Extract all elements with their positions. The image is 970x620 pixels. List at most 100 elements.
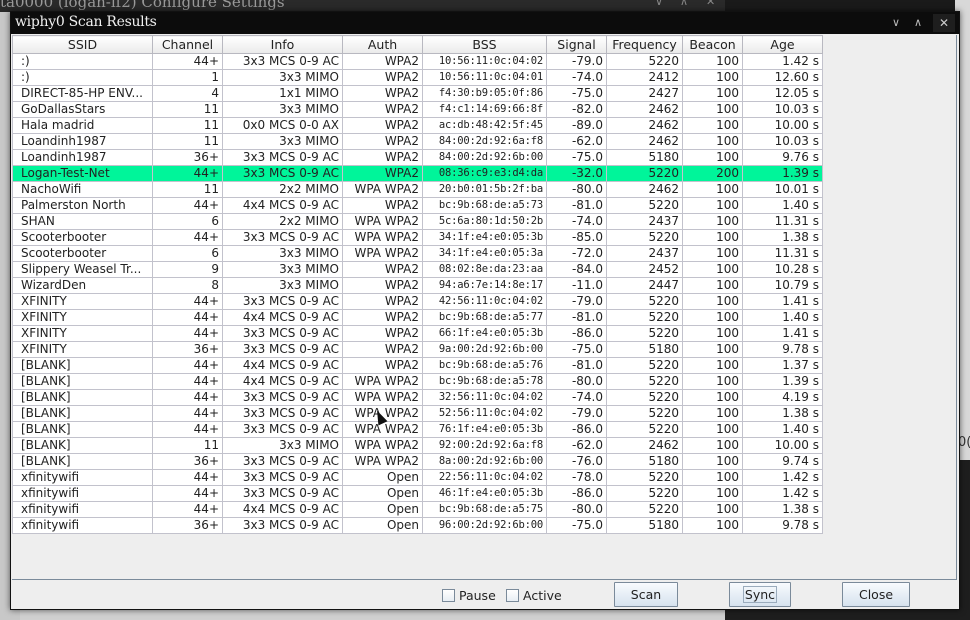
table-body: :) 44+ 3x3 MCS 0-9 AC WPA2 10:56:11:0c:04:02… bbox=[12, 53, 823, 534]
cell-signal: -81.0 bbox=[546, 309, 607, 326]
active-label: Active bbox=[523, 588, 562, 603]
cell-channel: 36+ bbox=[152, 341, 223, 358]
table-row[interactable]: Scooterbooter 6 3x3 MIMO WPA WPA2 34:1f:e4:e… bbox=[12, 245, 823, 262]
cell-signal: -72.0 bbox=[546, 245, 607, 262]
table-row[interactable]: :) 1 3x3 MIMO WPA2 10:56:11:0c:04:01 -74.0 241… bbox=[12, 69, 823, 86]
cell-bss: 5c:6a:80:1d:50:2b bbox=[422, 213, 547, 230]
cell-signal: -85.0 bbox=[546, 229, 607, 246]
cell-channel: 11 bbox=[152, 117, 223, 134]
bg-close-icon[interactable]: ✕ bbox=[706, 0, 715, 7]
cell-age: 1.42 s bbox=[742, 53, 823, 70]
pause-checkbox[interactable]: Pause bbox=[442, 588, 496, 603]
table-row[interactable]: XFINITY 44+ 3x3 MCS 0-9 AC WPA2 42:56:11:0c:… bbox=[12, 293, 823, 310]
column-header-frequency[interactable]: Frequency bbox=[606, 35, 683, 54]
table-row[interactable]: [BLANK] 44+ 3x3 MCS 0-9 AC WPA WPA2 32:56:11… bbox=[12, 389, 823, 406]
cell-frequency: 2437 bbox=[606, 245, 683, 262]
column-header-bss[interactable]: BSS bbox=[422, 35, 547, 54]
column-header-auth[interactable]: Auth bbox=[342, 35, 423, 54]
cell-channel: 44+ bbox=[152, 293, 223, 310]
table-row[interactable]: DIRECT-85-HP ENV... 4 1x1 MIMO WPA2 f4:30:b9… bbox=[12, 85, 823, 102]
cell-signal: -75.0 bbox=[546, 85, 607, 102]
cell-ssid: [BLANK] bbox=[12, 421, 153, 438]
cell-ssid: DIRECT-85-HP ENV... bbox=[12, 85, 153, 102]
table-row[interactable]: [BLANK] 44+ 3x3 MCS 0-9 AC WPA WPA2 52:56:11… bbox=[12, 405, 823, 422]
cell-age: 12.60 s bbox=[742, 69, 823, 86]
table-row[interactable]: GoDallasStars 11 3x3 MIMO WPA2 f4:c1:14:69:6… bbox=[12, 101, 823, 118]
table-row[interactable]: [BLANK] 36+ 3x3 MCS 0-9 AC WPA WPA2 8a:00:2d… bbox=[12, 453, 823, 470]
cell-auth: WPA2 bbox=[342, 325, 423, 342]
cell-beacon: 100 bbox=[682, 357, 743, 374]
column-header-info[interactable]: Info bbox=[222, 35, 343, 54]
table-row[interactable]: WizardDen 8 3x3 MIMO WPA2 94:a6:7e:14:8e:17-… bbox=[12, 277, 823, 294]
table-row[interactable]: [BLANK] 11 3x3 MIMO WPA WPA2 92:00:2d:92:6a:… bbox=[12, 437, 823, 454]
cell-bss: 34:1f:e4:e0:05:3a bbox=[422, 245, 547, 262]
scan-button[interactable]: Scan bbox=[614, 582, 678, 607]
cell-channel: 44+ bbox=[152, 309, 223, 326]
cell-ssid: NachoWifi bbox=[12, 181, 153, 198]
cell-ssid: XFINITY bbox=[12, 309, 153, 326]
table-row[interactable]: NachoWifi 11 2x2 MIMO WPA WPA2 20:b0:01:5b:2… bbox=[12, 181, 823, 198]
cell-auth: WPA2 bbox=[342, 277, 423, 294]
cell-frequency: 2437 bbox=[606, 213, 683, 230]
close-button[interactable]: Close bbox=[842, 582, 910, 607]
cell-signal: -79.0 bbox=[546, 405, 607, 422]
active-checkbox[interactable]: Active bbox=[506, 588, 562, 603]
table-row[interactable]: XFINITY 44+ 3x3 MCS 0-9 AC WPA2 66:1f:e4:e0:… bbox=[12, 325, 823, 342]
cell-info: 3x3 MIMO bbox=[222, 261, 343, 278]
column-header-channel[interactable]: Channel bbox=[152, 35, 223, 54]
table-row[interactable]: Hala madrid 11 0x0 MCS 0-0 AX WPA2 ac:db:48:… bbox=[12, 117, 823, 134]
cell-beacon: 100 bbox=[682, 117, 743, 134]
cell-signal: -62.0 bbox=[546, 437, 607, 454]
dialog-titlebar[interactable]: wiphy0 Scan Results ∨ ∧ ✕ bbox=[11, 12, 959, 34]
table-row[interactable]: xfinitywifi 44+ 4x4 MCS 0-9 AC Open bc:9b:68… bbox=[12, 501, 823, 518]
table-row[interactable]: [BLANK] 44+ 3x3 MCS 0-9 AC WPA WPA2 76:1f:e4… bbox=[12, 421, 823, 438]
table-row[interactable]: Palmerston North 44+ 4x4 MCS 0-9 AC WPA2 bc:… bbox=[12, 197, 823, 214]
cell-ssid: Slippery Weasel Tr... bbox=[12, 261, 153, 278]
cell-age: 10.00 s bbox=[742, 437, 823, 454]
column-header-signal[interactable]: Signal bbox=[546, 35, 607, 54]
maximize-icon[interactable]: ∧ bbox=[909, 14, 927, 32]
cell-bss: bc:9b:68:de:a5:75 bbox=[422, 501, 547, 518]
table-row[interactable]: xfinitywifi 44+ 3x3 MCS 0-9 AC Open 46:1f:e4… bbox=[12, 485, 823, 502]
table-row[interactable]: Scooterbooter 44+ 3x3 MCS 0-9 AC WPA WPA2 34… bbox=[12, 229, 823, 246]
column-header-ssid[interactable]: SSID bbox=[12, 35, 153, 54]
cell-beacon: 100 bbox=[682, 245, 743, 262]
table-row[interactable]: xfinitywifi 36+ 3x3 MCS 0-9 AC Open 96:00:2d… bbox=[12, 517, 823, 534]
cell-ssid: :) bbox=[12, 69, 153, 86]
table-row[interactable]: [BLANK] 44+ 4x4 MCS 0-9 AC WPA WPA2 bc:9b:68… bbox=[12, 373, 823, 390]
cell-bss: 9a:00:2d:92:6b:00 bbox=[422, 341, 547, 358]
table-row[interactable]: Loandinh1987 11 3x3 MIMO WPA2 84:00:2d:92:6a… bbox=[12, 133, 823, 150]
cell-beacon: 100 bbox=[682, 309, 743, 326]
cell-channel: 44+ bbox=[152, 165, 223, 182]
table-row[interactable]: [BLANK] 44+ 4x4 MCS 0-9 AC WPA2 bc:9b:68:de:… bbox=[12, 357, 823, 374]
cell-frequency: 5220 bbox=[606, 373, 683, 390]
minimize-icon[interactable]: ∨ bbox=[887, 14, 905, 32]
table-row[interactable]: xfinitywifi 44+ 3x3 MCS 0-9 AC Open 22:56:11… bbox=[12, 469, 823, 486]
column-header-beacon[interactable]: Beacon bbox=[682, 35, 743, 54]
cell-bss: 84:00:2d:92:6b:00 bbox=[422, 149, 547, 166]
table-row[interactable]: Slippery Weasel Tr... 9 3x3 MIMO WPA2 08:02:… bbox=[12, 261, 823, 278]
column-header-age[interactable]: Age bbox=[742, 35, 823, 54]
table-row[interactable]: Loandinh1987 36+ 3x3 MCS 0-9 AC WPA2 84:00:2… bbox=[12, 149, 823, 166]
table-row-selected[interactable]: Logan-Test-Net 44+ 3x3 MCS 0-9 AC WPA2 08:36… bbox=[12, 165, 823, 182]
sync-button[interactable]: Sync bbox=[729, 582, 791, 607]
cell-channel: 8 bbox=[152, 277, 223, 294]
cell-beacon: 100 bbox=[682, 197, 743, 214]
table-row[interactable]: XFINITY 36+ 3x3 MCS 0-9 AC WPA2 9a:00:2d:92:… bbox=[12, 341, 823, 358]
cell-beacon: 200 bbox=[682, 165, 743, 182]
cell-frequency: 2462 bbox=[606, 101, 683, 118]
cell-age: 1.42 s bbox=[742, 485, 823, 502]
active-checkbox-box[interactable] bbox=[506, 589, 519, 602]
cell-info: 3x3 MIMO bbox=[222, 277, 343, 294]
bg-minimize-icon[interactable]: ∨ bbox=[655, 0, 663, 7]
table-row[interactable]: SHAN 6 2x2 MIMO WPA WPA2 5c:6a:80:1d:50:2b -7… bbox=[12, 213, 823, 230]
bg-maximize-icon[interactable]: ∧ bbox=[680, 0, 688, 7]
cell-signal: -32.0 bbox=[546, 165, 607, 182]
cell-frequency: 5180 bbox=[606, 341, 683, 358]
cell-signal: -76.0 bbox=[546, 453, 607, 470]
table-row[interactable]: :) 44+ 3x3 MCS 0-9 AC WPA2 10:56:11:0c:04:02… bbox=[12, 53, 823, 70]
pause-checkbox-box[interactable] bbox=[442, 589, 455, 602]
cell-info: 4x4 MCS 0-9 AC bbox=[222, 357, 343, 374]
close-window-icon[interactable]: ✕ bbox=[933, 14, 955, 32]
table-row[interactable]: XFINITY 44+ 4x4 MCS 0-9 AC WPA2 bc:9b:68:de:… bbox=[12, 309, 823, 326]
